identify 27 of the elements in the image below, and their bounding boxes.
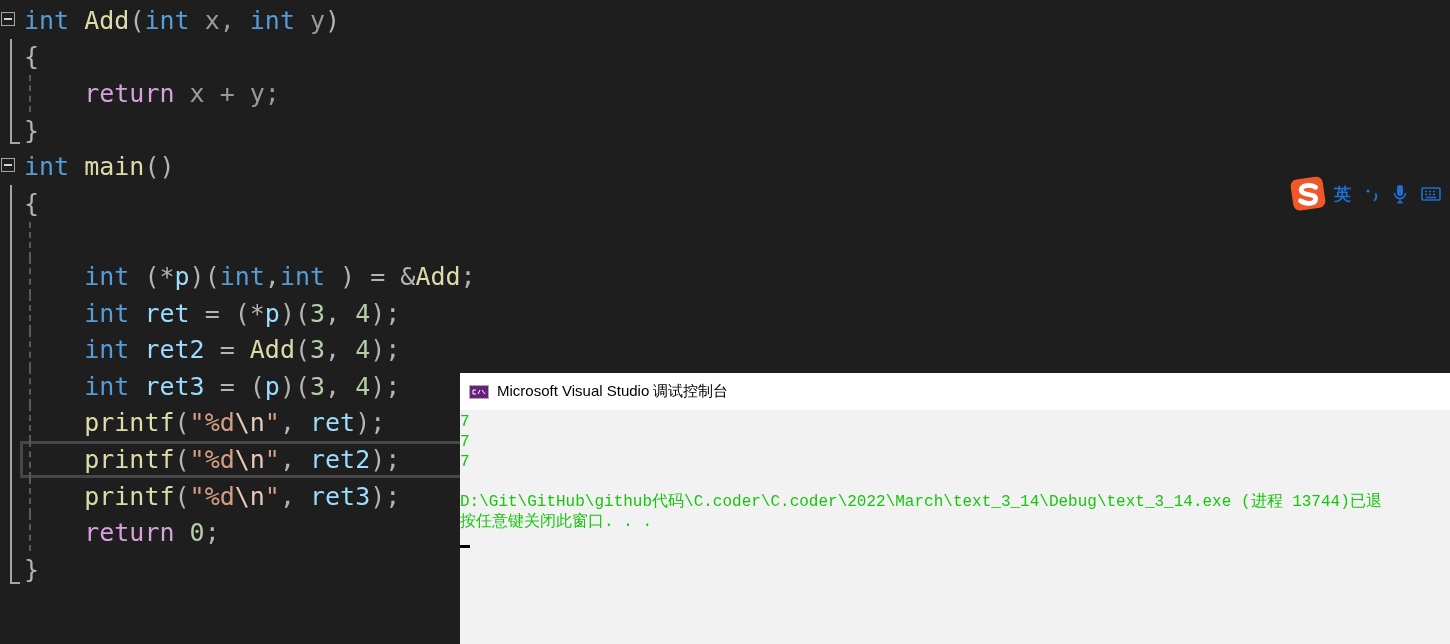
- console-output-line: D:\Git\GitHub\github代码\C.coder\C.coder\2022\March\text_3_14\Debug\text_3_14.exe (进程 13744)已退: [460, 492, 1383, 512]
- code-line: printf("%d\n", ret);: [83, 408, 386, 438]
- code-line: int main(): [24, 152, 175, 182]
- code-line: return x + y;: [83, 79, 280, 108]
- console-output-line: 7: [460, 432, 471, 452]
- microphone-icon[interactable]: [1393, 184, 1407, 204]
- code-line: int ret2 = Add(3, 4);: [83, 335, 401, 365]
- console-output-line: 7: [460, 452, 471, 472]
- code-line: int ret3 = (p)(3, 4);: [83, 371, 401, 401]
- console-output-line: 7: [460, 412, 471, 432]
- collapse-icon[interactable]: [1, 12, 15, 26]
- code-line: int (*p)(int,int ) = &Add;: [83, 261, 476, 291]
- keyboard-icon[interactable]: [1421, 186, 1441, 202]
- collapse-icon[interactable]: [1, 158, 15, 173]
- console-output-line: 按任意键关闭此窗口. . .: [460, 512, 653, 532]
- code-line: {: [24, 42, 40, 72]
- code-line: }: [24, 554, 40, 584]
- code-line: printf("%d\n", ret3);: [83, 481, 401, 511]
- code-line: int Add(int x, int y): [24, 5, 341, 35]
- code-line: printf("%d\n", ret2);: [83, 444, 401, 474]
- code-line: }: [24, 115, 40, 145]
- code-line: return 0;: [83, 518, 220, 548]
- input-mode-toggle[interactable]: 英: [1334, 182, 1351, 206]
- window-title: Microsoft Visual Studio 调试控制台: [497, 382, 729, 401]
- console-app-icon: [469, 384, 489, 399]
- code-line: {: [24, 188, 40, 218]
- code-line: int ret = (*p)(3, 4);: [83, 298, 401, 328]
